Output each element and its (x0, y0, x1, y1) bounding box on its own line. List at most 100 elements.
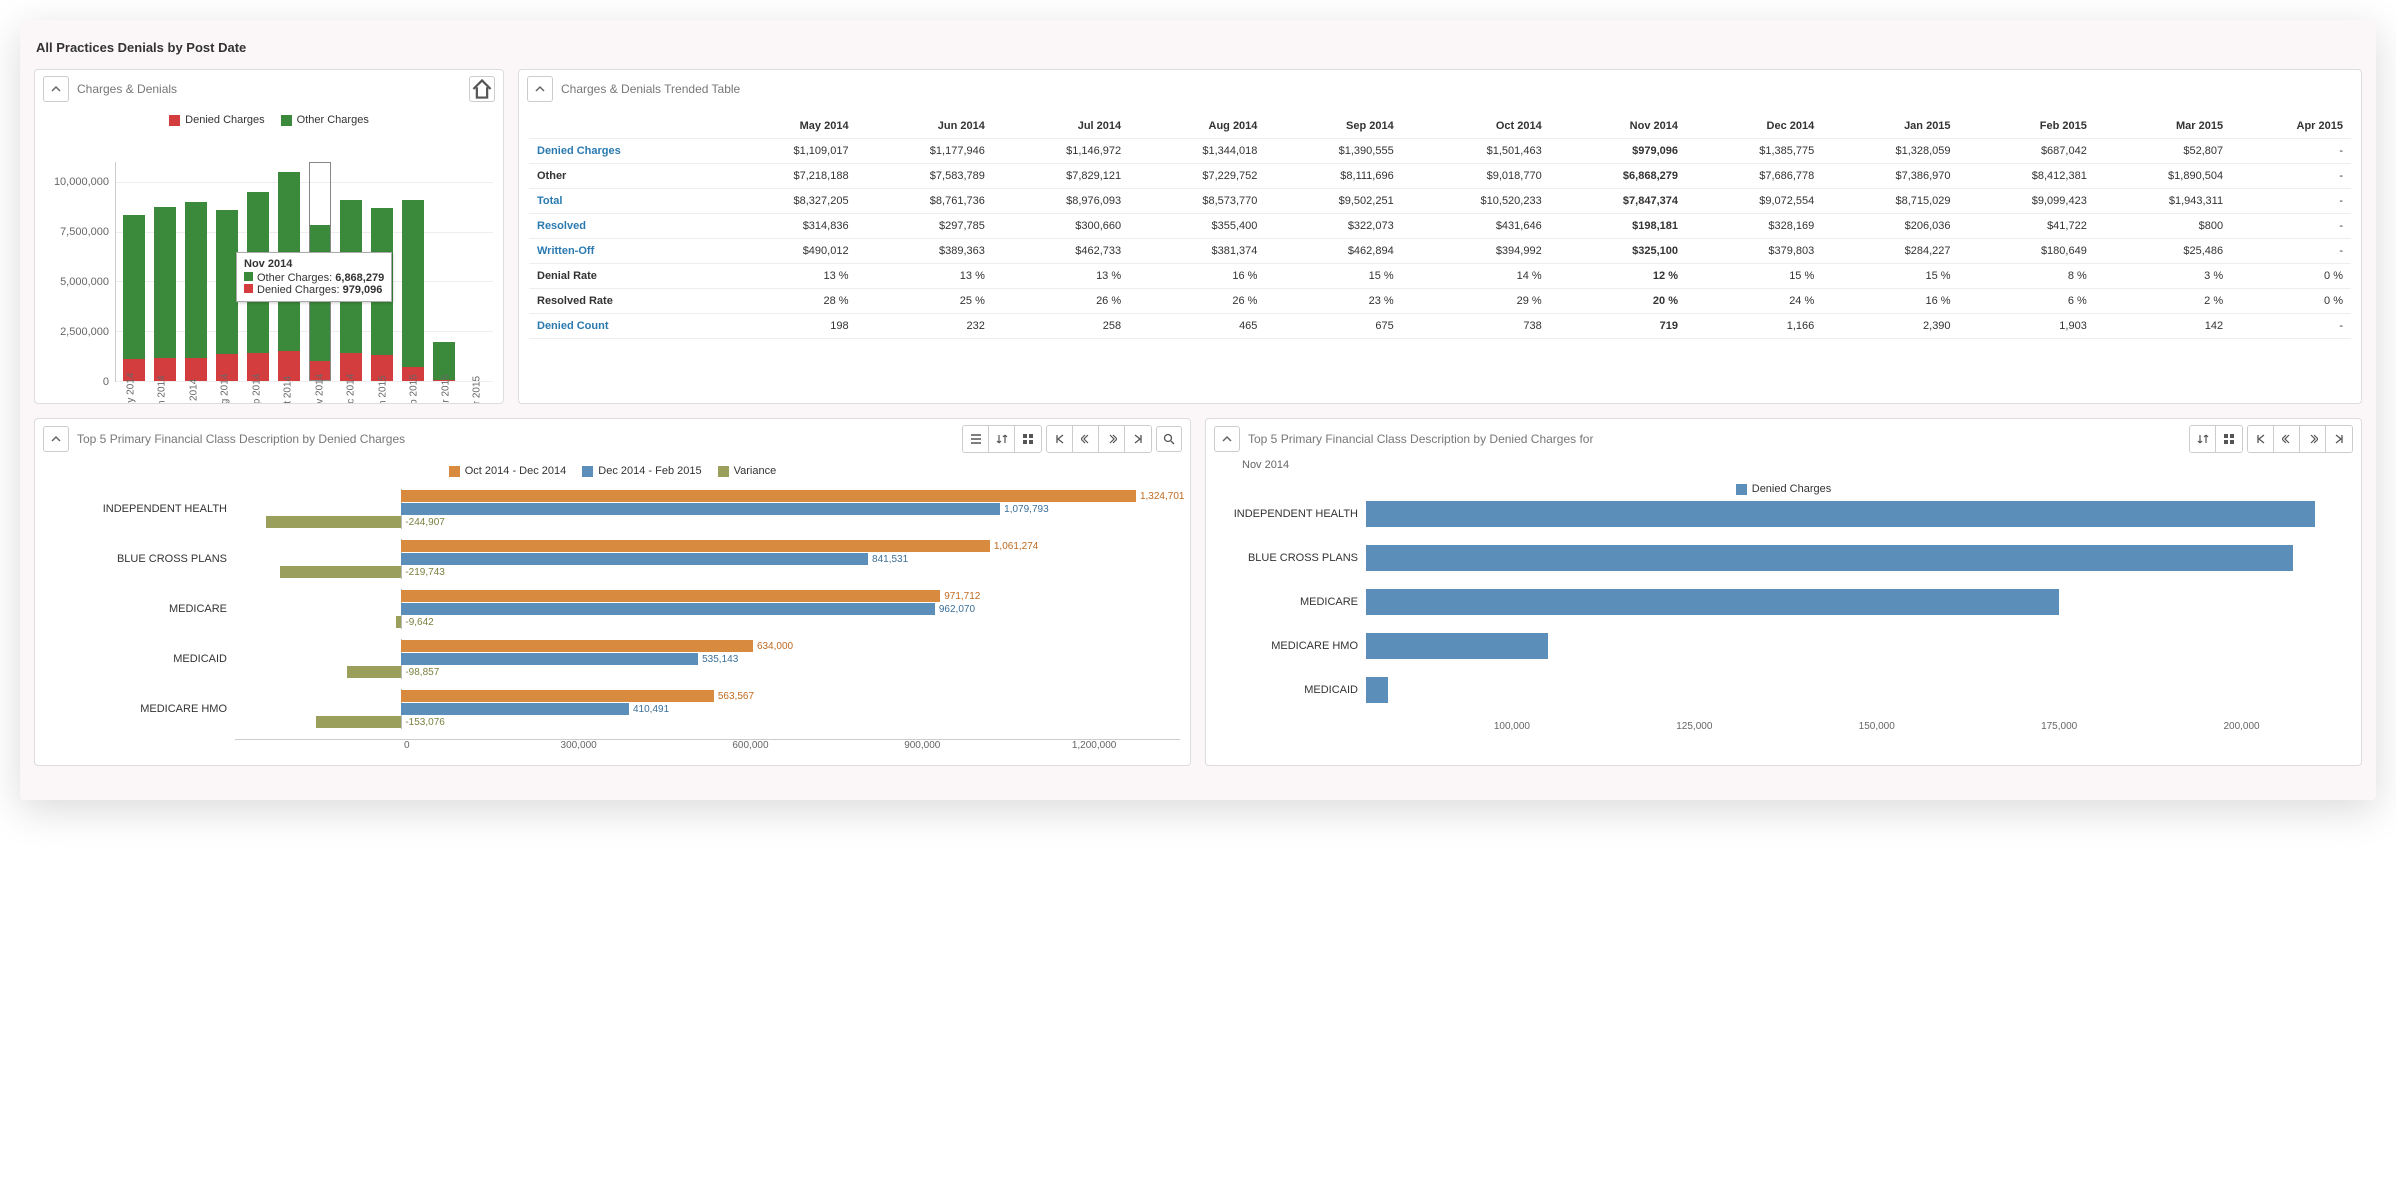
bar[interactable]: 841,531 (401, 553, 868, 565)
search-button[interactable] (1156, 426, 1182, 452)
bar[interactable] (1366, 545, 2293, 571)
first-page-button[interactable] (2248, 426, 2274, 452)
bar-column[interactable] (185, 162, 207, 381)
x-tick-label: 1,200,000 (1072, 740, 1117, 751)
bar[interactable] (1366, 589, 2059, 615)
last-page-button[interactable] (2326, 426, 2352, 452)
x-axis-labels: May 2014Jun 2014Jul 2014Aug 2014Sep 2014… (115, 382, 493, 393)
bar[interactable]: -153,076 (316, 716, 401, 728)
tooltip-row: Other Charges: 6,868,279 (244, 272, 384, 284)
row-label[interactable]: Total (529, 189, 720, 214)
bar[interactable]: -98,857 (347, 666, 402, 678)
panel-title: Top 5 Primary Financial Class Descriptio… (77, 432, 954, 446)
cell: $198,181 (1550, 214, 1686, 239)
bar[interactable]: 971,712 (401, 590, 940, 602)
sort-button[interactable] (989, 426, 1015, 452)
cell: 2,390 (1822, 314, 1958, 339)
legend-item[interactable]: Variance (718, 465, 777, 477)
collapse-button[interactable] (527, 76, 553, 102)
cell: $297,785 (857, 214, 993, 239)
panel-top5-comparison: Top 5 Primary Financial Class Descriptio… (34, 418, 1191, 766)
bar[interactable]: -219,743 (280, 566, 402, 578)
bar[interactable]: 535,143 (401, 653, 698, 665)
grid-view-button[interactable] (1015, 426, 1041, 452)
last-page-button[interactable] (1125, 426, 1151, 452)
bar[interactable]: 1,061,274 (401, 540, 990, 552)
bar[interactable]: -9,642 (396, 616, 401, 628)
prev-page-button[interactable] (1073, 426, 1099, 452)
bar-value-label: 563,567 (714, 691, 754, 702)
legend-item[interactable]: Denied Charges (169, 114, 265, 126)
first-page-button[interactable] (1047, 426, 1073, 452)
chevron-up-icon (50, 433, 62, 445)
bar-container (1366, 501, 2351, 527)
cell: 258 (993, 314, 1129, 339)
bar[interactable] (1366, 677, 1388, 703)
cell: 25 % (857, 289, 993, 314)
home-button[interactable] (469, 76, 495, 102)
bar-group: 634,000535,143-98,857 (235, 639, 1150, 679)
panel-header: Top 5 Primary Financial Class Descriptio… (1206, 419, 2361, 459)
bar[interactable] (1366, 501, 2315, 527)
collapse-button[interactable] (1214, 426, 1240, 452)
search-icon (1163, 433, 1175, 445)
bar-group: 1,324,7011,079,793-244,907 (235, 489, 1150, 529)
cell: $979,096 (1550, 139, 1686, 164)
prev-page-button[interactable] (2274, 426, 2300, 452)
legend-item[interactable]: Other Charges (281, 114, 369, 126)
bar-value-label: 535,143 (698, 654, 738, 665)
cell: $8,761,736 (857, 189, 993, 214)
bar[interactable]: 962,070 (401, 603, 935, 615)
cell: $8,573,770 (1129, 189, 1265, 214)
bar-column[interactable] (216, 162, 238, 381)
legend-item[interactable]: Dec 2014 - Feb 2015 (582, 465, 701, 477)
row-label[interactable]: Denied Count (529, 314, 720, 339)
legend-item[interactable]: Denied Charges (1736, 483, 1832, 495)
cell: 15 % (1822, 264, 1958, 289)
cell: $7,218,188 (720, 164, 856, 189)
x-tick-label: Aug 2014 (220, 395, 231, 404)
bar-column[interactable] (154, 162, 176, 381)
dashboard: All Practices Denials by Post Date Charg… (20, 20, 2376, 800)
bar[interactable]: 634,000 (401, 640, 753, 652)
cell: $6,868,279 (1550, 164, 1686, 189)
col-header: Jun 2014 (857, 114, 993, 139)
cell: - (2231, 164, 2351, 189)
collapse-button[interactable] (43, 426, 69, 452)
cell: $1,943,311 (2095, 189, 2231, 214)
cell: $1,177,946 (857, 139, 993, 164)
bar[interactable]: 410,491 (401, 703, 629, 715)
next-page-button[interactable] (2300, 426, 2326, 452)
legend-item[interactable]: Oct 2014 - Dec 2014 (449, 465, 567, 477)
col-header: Jul 2014 (993, 114, 1129, 139)
bar-column[interactable] (402, 162, 424, 381)
bar[interactable]: -244,907 (266, 516, 402, 528)
collapse-button[interactable] (43, 76, 69, 102)
category-row: MEDICAID634,000535,143-98,857 (45, 639, 1150, 679)
cell: 675 (1265, 314, 1401, 339)
next-page-button[interactable] (1099, 426, 1125, 452)
bar[interactable] (1366, 633, 1548, 659)
y-axis: 02,500,0005,000,0007,500,00010,000,000 (45, 162, 115, 382)
next-icon (2308, 434, 2318, 444)
cell: 29 % (1402, 289, 1550, 314)
sort-button[interactable] (2190, 426, 2216, 452)
row-label[interactable]: Denied Charges (529, 139, 720, 164)
trended-table: May 2014Jun 2014Jul 2014Aug 2014Sep 2014… (529, 114, 2351, 339)
bar[interactable]: 1,324,701 (401, 490, 1136, 502)
bar-column[interactable] (123, 162, 145, 381)
bar-column[interactable] (464, 162, 486, 381)
list-icon (970, 433, 982, 445)
bar-column[interactable] (433, 162, 455, 381)
bar[interactable]: 1,079,793 (401, 503, 1000, 515)
cell: $325,100 (1550, 239, 1686, 264)
bar[interactable]: 563,567 (401, 690, 714, 702)
cell: $381,374 (1129, 239, 1265, 264)
category-label: INDEPENDENT HEALTH (1216, 508, 1366, 520)
cell: $1,328,059 (1822, 139, 1958, 164)
cell: $8,976,093 (993, 189, 1129, 214)
grid-view-button[interactable] (2216, 426, 2242, 452)
row-label[interactable]: Resolved (529, 214, 720, 239)
list-view-button[interactable] (963, 426, 989, 452)
row-label[interactable]: Written-Off (529, 239, 720, 264)
